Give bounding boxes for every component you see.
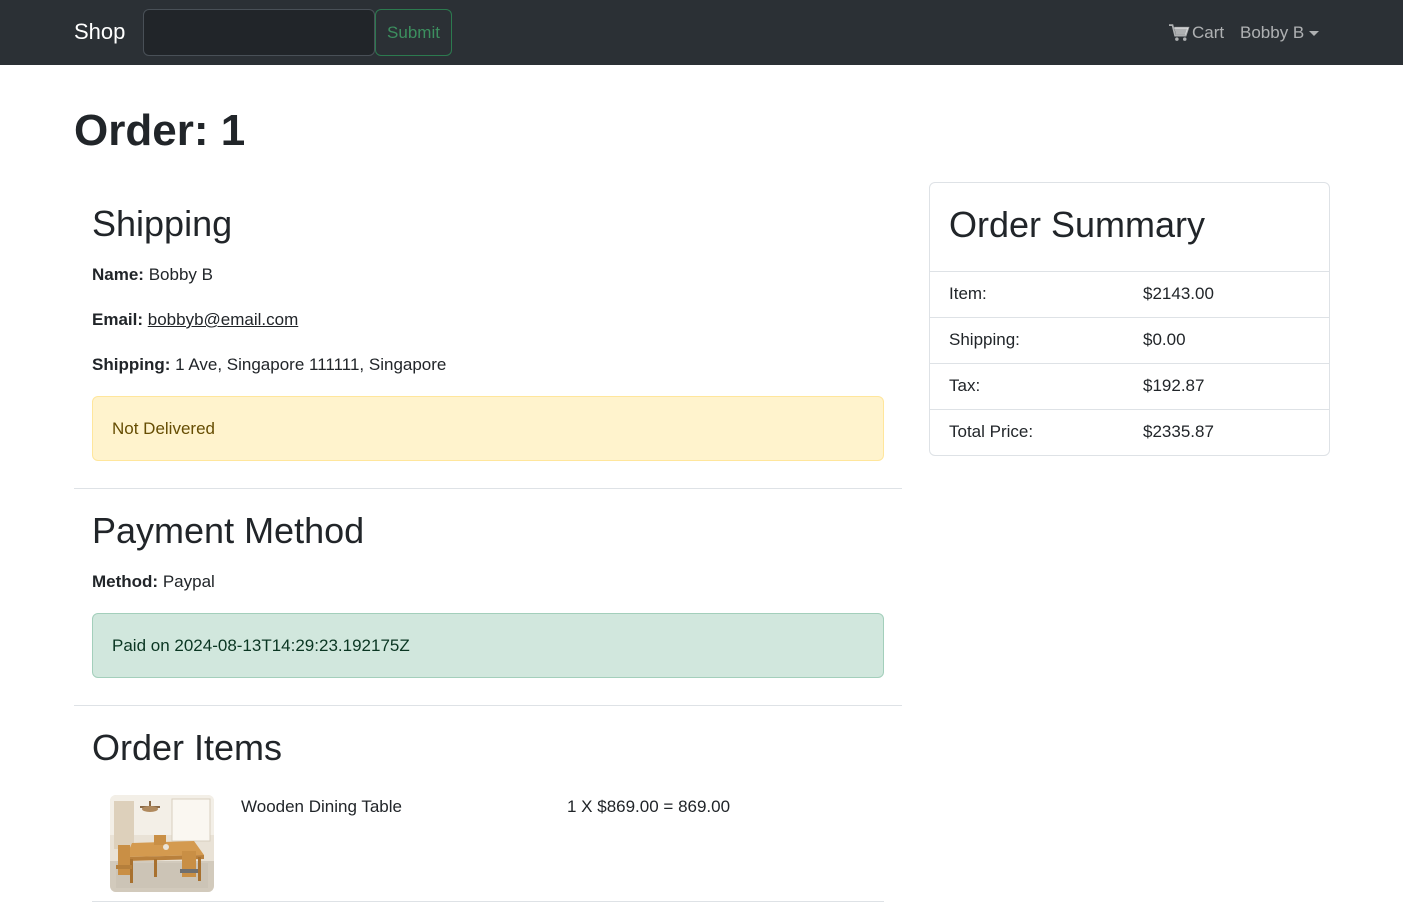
email-link[interactable]: bobbyb@email.com xyxy=(148,310,299,329)
order-item-calc: 1 X $869.00 = 869.00 xyxy=(567,797,731,816)
shipping-heading: Shipping xyxy=(92,203,233,244)
user-menu-dropdown[interactable]: Bobby B xyxy=(1240,21,1320,45)
payment-status-text: Paid on 2024-08-13T14:29:23.192175Z xyxy=(112,635,410,655)
summary-value: $2335.87 xyxy=(1143,422,1214,441)
summary-label: Shipping: xyxy=(949,330,1020,349)
shipping-email-label: Email: xyxy=(92,310,144,329)
order-item-link[interactable]: Wooden Dining Table xyxy=(241,797,402,817)
product-image xyxy=(110,795,214,892)
order-items-heading: Order Items xyxy=(92,727,283,768)
payment-method-label: Method: xyxy=(92,572,159,591)
cart-label: Cart xyxy=(1192,23,1225,42)
summary-label: Total Price: xyxy=(949,422,1034,441)
search-input[interactable] xyxy=(143,9,375,56)
summary-label: Tax: xyxy=(949,376,981,395)
payment-heading: Payment Method xyxy=(92,510,365,551)
summary-row-item: Item: $2143.00 xyxy=(930,271,1329,317)
payment-method-value: Paypal xyxy=(162,572,215,591)
summary-row-shipping: Shipping: $0.00 xyxy=(930,317,1329,363)
shipping-name-value: Bobby B xyxy=(148,265,213,284)
chevron-down-icon xyxy=(1309,31,1320,36)
order-summary-card: Order Summary Item: $2143.00 Shipping: $… xyxy=(929,182,1330,456)
payment-method: Method: Paypal xyxy=(92,570,215,594)
cart-link[interactable]: Cart xyxy=(1169,21,1224,45)
shipping-email: Email: bobbyb@email.com xyxy=(92,308,298,332)
delivery-status-alert: Not Delivered xyxy=(92,396,884,461)
shipping-address-value: 1 Ave, Singapore 111111, Singapore xyxy=(175,355,447,374)
item-divider xyxy=(92,901,884,902)
delivery-status-text: Not Delivered xyxy=(112,418,215,438)
summary-label: Item: xyxy=(949,284,987,303)
shipping-address: Shipping: 1 Ave, Singapore 111111, Singa… xyxy=(92,353,446,377)
summary-value: $0.00 xyxy=(1143,330,1186,349)
summary-row-tax: Tax: $192.87 xyxy=(930,363,1329,409)
page-title: Order: 1 xyxy=(74,106,246,155)
shipping-name: Name: Bobby B xyxy=(92,263,213,287)
payment-status-alert: Paid on 2024-08-13T14:29:23.192175Z xyxy=(92,613,884,678)
navbar: Shop Submit Cart Bobby B xyxy=(0,0,1403,65)
summary-value: $192.87 xyxy=(1143,376,1205,395)
submit-button[interactable]: Submit xyxy=(375,9,452,56)
cart-icon xyxy=(1169,24,1190,41)
order-summary-title: Order Summary xyxy=(949,204,1206,245)
shipping-address-label: Shipping: xyxy=(92,355,171,374)
summary-value: $2143.00 xyxy=(1143,284,1214,303)
summary-row-total: Total Price: $2335.87 xyxy=(930,409,1329,455)
shipping-name-label: Name: xyxy=(92,265,144,284)
user-menu-label: Bobby B xyxy=(1240,23,1305,42)
section-divider xyxy=(74,488,902,489)
section-divider xyxy=(74,705,902,706)
brand-link[interactable]: Shop xyxy=(74,19,125,45)
